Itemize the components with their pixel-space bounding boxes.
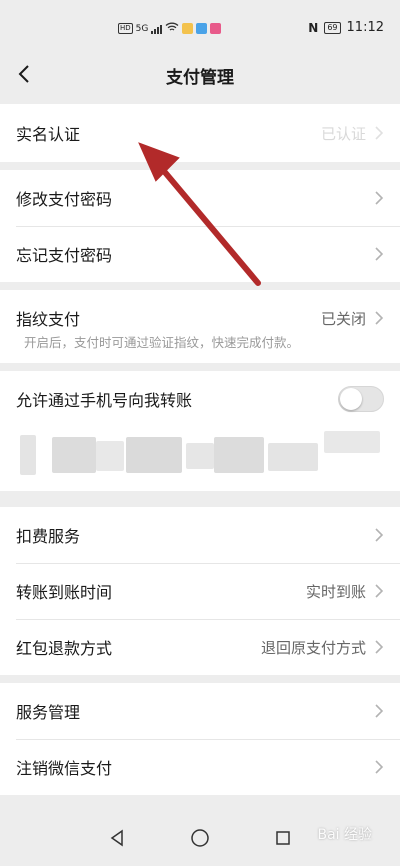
group-services: 扣费服务 转账到账时间 实时到账 红包退款方式 退回原支付方式 [0, 507, 400, 675]
chevron-right-icon [375, 584, 384, 598]
chevron-right-icon [375, 191, 384, 205]
watermark: Bai 经验 [317, 827, 372, 843]
refund-row[interactable]: 红包退款方式 退回原支付方式 [0, 619, 400, 675]
fingerprint-value: 已关闭 [320, 309, 366, 328]
realname-row[interactable]: 实名认证 已认证 [0, 104, 400, 162]
recents-square-icon[interactable] [274, 829, 292, 847]
group-password: 修改支付密码 忘记支付密码 [0, 170, 400, 282]
signal-icon [151, 24, 163, 34]
battery-icon: 69 [324, 21, 341, 34]
realname-value: 已认证 [320, 124, 366, 143]
chevron-right-icon [375, 640, 384, 654]
chevron-right-icon [375, 311, 384, 325]
fingerprint-row[interactable]: 指纹支付 已关闭 [0, 290, 400, 346]
network-label: 5G [135, 23, 149, 34]
app-notification-icon [182, 23, 194, 34]
phone-transfer-toggle[interactable] [338, 386, 384, 412]
forgot-password-label: 忘记支付密码 [16, 246, 113, 265]
deduction-row[interactable]: 扣费服务 [0, 507, 400, 563]
phone-transfer-row: 允许通过手机号向我转账 [0, 371, 400, 427]
blurred-description [0, 427, 400, 491]
hd-badge: HD [118, 23, 133, 34]
phone-transfer-label: 允许通过手机号向我转账 [16, 391, 193, 410]
chevron-right-icon [375, 528, 384, 542]
app-notification-icon [210, 23, 222, 34]
toggle-knob [340, 388, 362, 410]
back-triangle-icon[interactable] [108, 829, 126, 847]
arrival-time-label: 转账到账时间 [16, 583, 113, 602]
group-management: 服务管理 注销微信支付 [0, 683, 400, 795]
change-password-label: 修改支付密码 [16, 190, 113, 209]
arrival-time-row[interactable]: 转账到账时间 实时到账 [0, 563, 400, 619]
forgot-password-row[interactable]: 忘记支付密码 [0, 226, 400, 282]
group-realname: 实名认证 已认证 [0, 104, 400, 162]
chevron-right-icon [375, 247, 384, 261]
status-bar: HD 5G N 69 11:12 [0, 0, 400, 52]
service-management-label: 服务管理 [16, 703, 81, 722]
nfc-icon: N [308, 20, 319, 35]
status-icons-right: N 69 11:12 [308, 20, 384, 35]
clock: 11:12 [346, 20, 384, 35]
app-notification-icon [196, 23, 208, 34]
realname-label: 实名认证 [16, 125, 81, 144]
status-icons-left: HD 5G [118, 22, 222, 35]
cancel-wechat-pay-label: 注销微信支付 [16, 759, 113, 778]
service-management-row[interactable]: 服务管理 [0, 683, 400, 739]
home-circle-icon[interactable] [190, 828, 210, 848]
deduction-label: 扣费服务 [16, 527, 81, 546]
chevron-right-icon [375, 760, 384, 774]
refund-label: 红包退款方式 [16, 639, 113, 658]
cancel-wechat-pay-row[interactable]: 注销微信支付 [0, 739, 400, 795]
chevron-right-icon [375, 126, 384, 140]
change-password-row[interactable]: 修改支付密码 [0, 170, 400, 226]
group-phone-transfer: 允许通过手机号向我转账 [0, 371, 400, 491]
arrival-time-value: 实时到账 [305, 582, 366, 601]
page-title: 支付管理 [166, 68, 234, 88]
nav-bar: 支付管理 [0, 52, 400, 96]
refund-value: 退回原支付方式 [260, 638, 366, 657]
group-fingerprint: 指纹支付 已关闭 开启后，支付时可通过验证指纹，快速完成付款。 [0, 290, 400, 363]
fingerprint-label: 指纹支付 [16, 310, 81, 329]
chevron-right-icon [375, 704, 384, 718]
wifi-icon [165, 22, 179, 35]
